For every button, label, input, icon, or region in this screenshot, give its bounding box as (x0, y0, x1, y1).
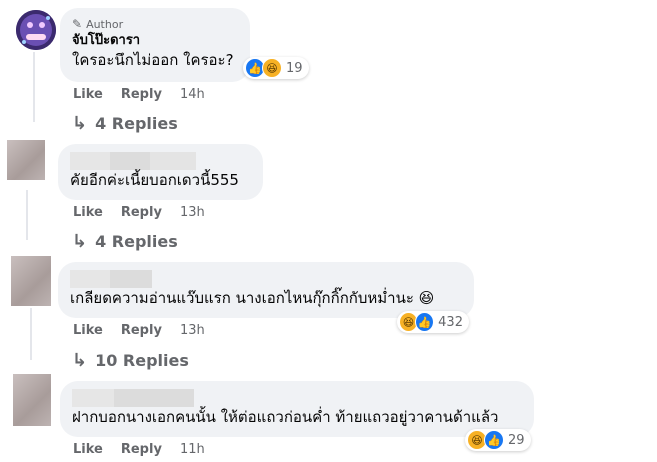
reaction-summary[interactable]: 👍 😆 19 (243, 57, 309, 79)
view-replies-button[interactable]: ↳ 10 Replies (72, 350, 189, 371)
reply-arrow-icon: ↳ (72, 113, 88, 134)
comment-bubble: เกลียดความอ่านแว๊บแรก นางเอกไหนกุ๊กกิ๊กก… (58, 262, 474, 318)
reply-button[interactable]: Reply (121, 323, 162, 338)
reaction-count: 19 (286, 60, 303, 76)
replies-label: 4 Replies (95, 114, 178, 133)
comment-text: ฝากบอกนางเอกคนนั้น ให้ต่อแถวก่อนค่ำ ท้าย… (72, 408, 499, 426)
comment-actions: Like Reply 13h (73, 205, 205, 220)
reaction-summary[interactable]: 😆 👍 29 (465, 429, 531, 451)
reply-button[interactable]: Reply (121, 87, 162, 102)
avatar[interactable] (13, 374, 51, 426)
timestamp[interactable]: 13h (180, 323, 205, 338)
comment-bubble: คัยอีกค่ะเนี้ยบอกเดวนี้555 (58, 144, 263, 200)
replies-label: 10 Replies (95, 351, 189, 370)
like-reaction-icon: 👍 (484, 430, 504, 450)
reply-arrow-icon: ↳ (72, 231, 88, 252)
like-button[interactable]: Like (73, 205, 103, 220)
comment-actions: Like Reply 13h (73, 323, 205, 338)
avatar[interactable] (7, 140, 45, 180)
like-button[interactable]: Like (73, 87, 103, 102)
author-badge-label: Author (86, 17, 124, 31)
like-button[interactable]: Like (73, 442, 103, 457)
like-reaction-icon: 👍 (415, 312, 435, 332)
comment-text: ใครอะนึกไม่ออก ใครอะ? (72, 51, 234, 69)
timestamp[interactable]: 13h (180, 205, 205, 220)
reply-button[interactable]: Reply (121, 442, 162, 457)
comment-text: เกลียดความอ่านแว๊บแรก นางเอกไหนกุ๊กกิ๊กก… (70, 289, 435, 307)
comment-bubble: ✎ Author จับโป๊ะดารา ใครอะนึกไม่ออก ใครอ… (60, 8, 250, 82)
like-button[interactable]: Like (73, 323, 103, 338)
avatar[interactable] (11, 256, 51, 306)
reply-arrow-icon: ↳ (72, 350, 88, 371)
haha-reaction-icon: 😆 (262, 58, 282, 78)
commenter-name[interactable]: จับโป๊ะดารา (72, 32, 238, 50)
view-replies-button[interactable]: ↳ 4 Replies (72, 113, 178, 134)
thread-line (30, 308, 32, 360)
thread-line (33, 52, 35, 122)
avatar-logo-icon (16, 10, 56, 50)
replies-label: 4 Replies (95, 232, 178, 251)
blurred-commenter-name[interactable] (70, 270, 152, 288)
comment-actions: Like Reply 14h (73, 87, 205, 102)
comment-text: คัยอีกค่ะเนี้ยบอกเดวนี้555 (70, 171, 239, 189)
comment-bubble: ฝากบอกนางเอกคนนั้น ให้ต่อแถวก่อนค่ำ ท้าย… (60, 381, 534, 437)
reaction-summary[interactable]: 😆 👍 432 (397, 311, 469, 333)
timestamp[interactable]: 14h (180, 87, 205, 102)
view-replies-button[interactable]: ↳ 4 Replies (72, 231, 178, 252)
reaction-count: 29 (508, 432, 525, 448)
reply-button[interactable]: Reply (121, 205, 162, 220)
thread-line (26, 190, 28, 240)
reaction-count: 432 (438, 314, 463, 330)
blurred-commenter-name[interactable] (70, 152, 196, 170)
blurred-commenter-name[interactable] (72, 389, 194, 407)
author-badge: ✎ Author (72, 16, 238, 32)
avatar[interactable] (16, 10, 56, 50)
timestamp[interactable]: 11h (180, 442, 205, 457)
comment-actions: Like Reply 11h (73, 442, 205, 457)
pencil-icon: ✎ (72, 17, 83, 31)
